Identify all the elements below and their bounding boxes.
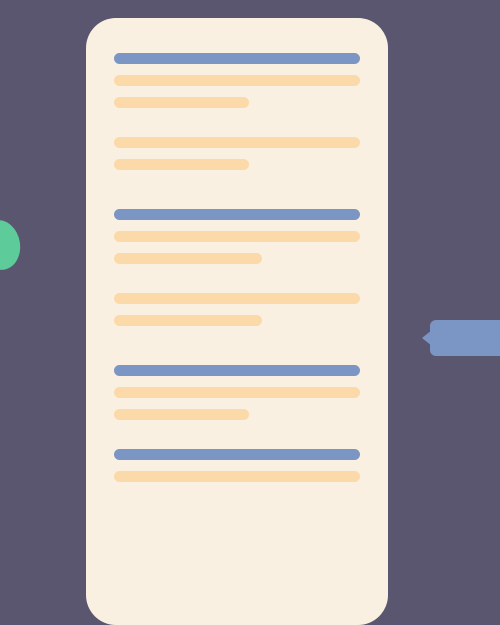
body-line: [114, 293, 360, 304]
body-line: [114, 97, 249, 108]
body-line: [114, 231, 360, 242]
document-page: [86, 18, 388, 625]
callout-pointer: [430, 320, 500, 356]
body-line: [114, 387, 360, 398]
decorative-green-shape: [0, 217, 24, 273]
body-line: [114, 137, 360, 148]
body-line: [114, 253, 262, 264]
body-line: [114, 409, 249, 420]
heading-line: [114, 365, 360, 376]
body-line: [114, 159, 249, 170]
heading-line: [114, 209, 360, 220]
heading-line: [114, 449, 360, 460]
body-line: [114, 315, 262, 326]
body-line: [114, 471, 360, 482]
body-line: [114, 75, 360, 86]
heading-line: [114, 53, 360, 64]
